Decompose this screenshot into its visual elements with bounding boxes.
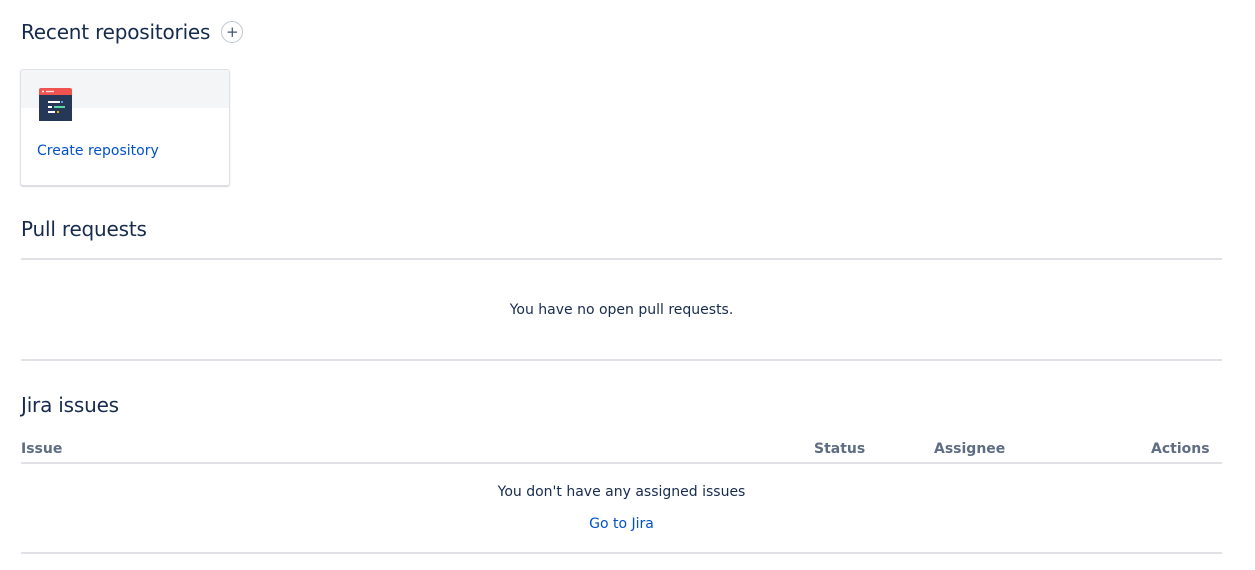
jira-header-divider [21, 462, 1222, 464]
jira-empty-message: You don't have any assigned issues [497, 484, 746, 500]
pull-requests-empty-message: You have no open pull requests. [509, 302, 734, 318]
pull-requests-title: Pull requests [21, 217, 147, 241]
column-header-assignee[interactable]: Assignee [934, 441, 1005, 457]
recent-repositories-title: Recent repositories [21, 20, 211, 44]
jira-bottom-divider [21, 552, 1222, 554]
create-repository-link[interactable]: Create repository [37, 143, 159, 159]
column-header-status[interactable]: Status [814, 441, 865, 457]
repository-icon [39, 88, 72, 121]
pull-requests-bottom-divider [21, 359, 1222, 361]
pull-requests-top-divider [21, 258, 1222, 260]
column-header-actions: Actions [1151, 441, 1210, 457]
add-repository-button[interactable]: + [221, 21, 244, 43]
create-repository-card[interactable]: Create repository [20, 69, 230, 186]
column-header-issue[interactable]: Issue [21, 441, 62, 457]
jira-issues-title: Jira issues [21, 393, 119, 417]
plus-icon: + [225, 22, 239, 41]
dashboard: Recent repositories + Create repository … [0, 0, 1255, 570]
recent-repositories-header: Recent repositories + [21, 20, 244, 44]
go-to-jira-link[interactable]: Go to Jira [21, 516, 1222, 532]
